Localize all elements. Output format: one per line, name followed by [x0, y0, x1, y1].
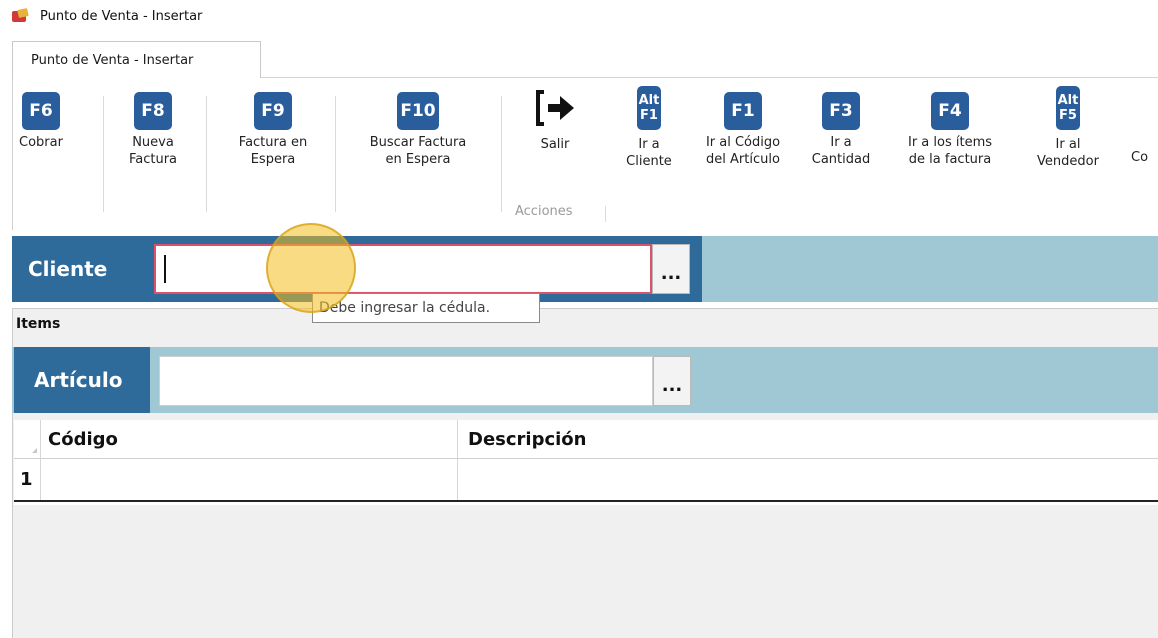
- alt-text: Alt: [1057, 93, 1079, 108]
- en-espera-label: en Espera: [385, 152, 451, 167]
- cell-codigo[interactable]: [44, 459, 454, 500]
- f1-text: F1: [640, 108, 658, 123]
- ir-al-vendedor-button[interactable]: Alt F5 Ir al Vendedor: [1029, 86, 1107, 170]
- cliente-input[interactable]: [154, 244, 652, 294]
- validation-tooltip: Debe ingresar la cédula.: [312, 293, 540, 323]
- ir-al-codigo-button[interactable]: F1 Ir al Código del Artículo: [691, 88, 795, 168]
- cobrar-label: Cobrar: [19, 135, 63, 150]
- cell-descripcion[interactable]: [460, 459, 1150, 500]
- cut-off-button[interactable]: Co: [1131, 149, 1158, 166]
- group-label-acciones: Acciones: [515, 204, 573, 219]
- cobrar-button[interactable]: F6 Cobrar: [13, 88, 69, 151]
- column-header-descripcion[interactable]: Descripción: [468, 420, 587, 458]
- f4-key-icon: F4: [931, 92, 969, 130]
- tab-label: Punto de Venta - Insertar: [31, 52, 194, 68]
- items-title: Items: [16, 316, 61, 332]
- buscar-factura-label: Buscar Factura: [369, 135, 467, 150]
- alt-text: Alt: [638, 93, 660, 108]
- f8-key-icon: F8: [134, 92, 172, 130]
- window-title: Punto de Venta - Insertar: [40, 8, 203, 24]
- cantidad-label: Cantidad: [811, 152, 871, 167]
- ir-a-los-items-label: Ir a los ítems: [907, 135, 993, 150]
- ir-a-label: Ir a: [830, 135, 852, 150]
- articulo-input[interactable]: [159, 356, 653, 406]
- salir-label: Salir: [540, 137, 570, 152]
- alt-f1-key-icon: Alt F1: [637, 86, 661, 130]
- cliente-lookup-button[interactable]: ...: [652, 244, 690, 294]
- column-header-codigo[interactable]: Código: [48, 420, 118, 458]
- ribbon-separator: [335, 96, 336, 212]
- de-la-factura-label: de la factura: [908, 152, 992, 167]
- articulo-lookup-button[interactable]: ...: [653, 356, 691, 406]
- nueva-factura-button[interactable]: F8 Nueva Factura: [115, 88, 191, 168]
- cliente-label: Cliente: [626, 154, 672, 169]
- articulo-label: Artículo: [34, 368, 123, 392]
- row-number: 1: [20, 469, 33, 490]
- f5-text: F5: [1059, 108, 1077, 123]
- ribbon-separator: [501, 96, 502, 212]
- table-row[interactable]: 1: [14, 459, 1158, 502]
- alt-f5-key-icon: Alt F5: [1056, 86, 1080, 130]
- cursor-highlight: [266, 223, 356, 313]
- f1-key-icon: F1: [724, 92, 762, 130]
- app-icon: [12, 8, 32, 24]
- ribbon-separator: [605, 206, 606, 222]
- f6-key-icon: F6: [22, 92, 60, 130]
- tab-punto-de-venta[interactable]: Punto de Venta - Insertar: [12, 41, 261, 78]
- ribbon-separator: [103, 96, 104, 212]
- f10-key-icon: F10: [397, 92, 439, 130]
- ir-al-label: Ir al: [1055, 137, 1081, 152]
- ir-a-items-button[interactable]: F4 Ir a los ítems de la factura: [885, 88, 1015, 168]
- text-caret: [164, 255, 166, 283]
- cliente-label: Cliente: [28, 257, 108, 281]
- espera-label: Espera: [250, 152, 296, 167]
- del-articulo-label: del Artículo: [706, 152, 780, 167]
- tab-strip: Punto de Venta - Insertar: [0, 32, 1158, 78]
- exit-icon: [536, 90, 574, 126]
- ribbon-separator: [206, 96, 207, 212]
- salir-button[interactable]: Salir: [517, 86, 593, 153]
- f9-key-icon: F9: [254, 92, 292, 130]
- ir-a-cliente-button[interactable]: Alt F1 Ir a Cliente: [619, 86, 679, 170]
- title-bar: Punto de Venta - Insertar: [0, 0, 1158, 32]
- vendedor-label: Vendedor: [1037, 154, 1099, 169]
- f3-key-icon: F3: [822, 92, 860, 130]
- grid-corner: [32, 448, 37, 453]
- factura-label: Factura: [128, 152, 178, 167]
- items-grid: Código Descripción 1: [14, 420, 1158, 505]
- nueva-label: Nueva: [132, 135, 174, 150]
- grid-header: Código Descripción: [14, 420, 1158, 459]
- buscar-factura-button[interactable]: F10 Buscar Factura en Espera: [349, 88, 487, 168]
- ir-a-cantidad-button[interactable]: F3 Ir a Cantidad: [805, 88, 877, 168]
- factura-en-label: Factura en: [238, 135, 308, 150]
- ir-a-label: Ir a: [638, 137, 660, 152]
- factura-en-espera-button[interactable]: F9 Factura en Espera: [219, 88, 327, 168]
- cut-off-label: Co: [1131, 150, 1149, 165]
- ir-al-codigo-label: Ir al Código: [705, 135, 781, 150]
- ribbon: F6 Cobrar F8 Nueva Factura F9 Factura en E…: [12, 78, 1158, 230]
